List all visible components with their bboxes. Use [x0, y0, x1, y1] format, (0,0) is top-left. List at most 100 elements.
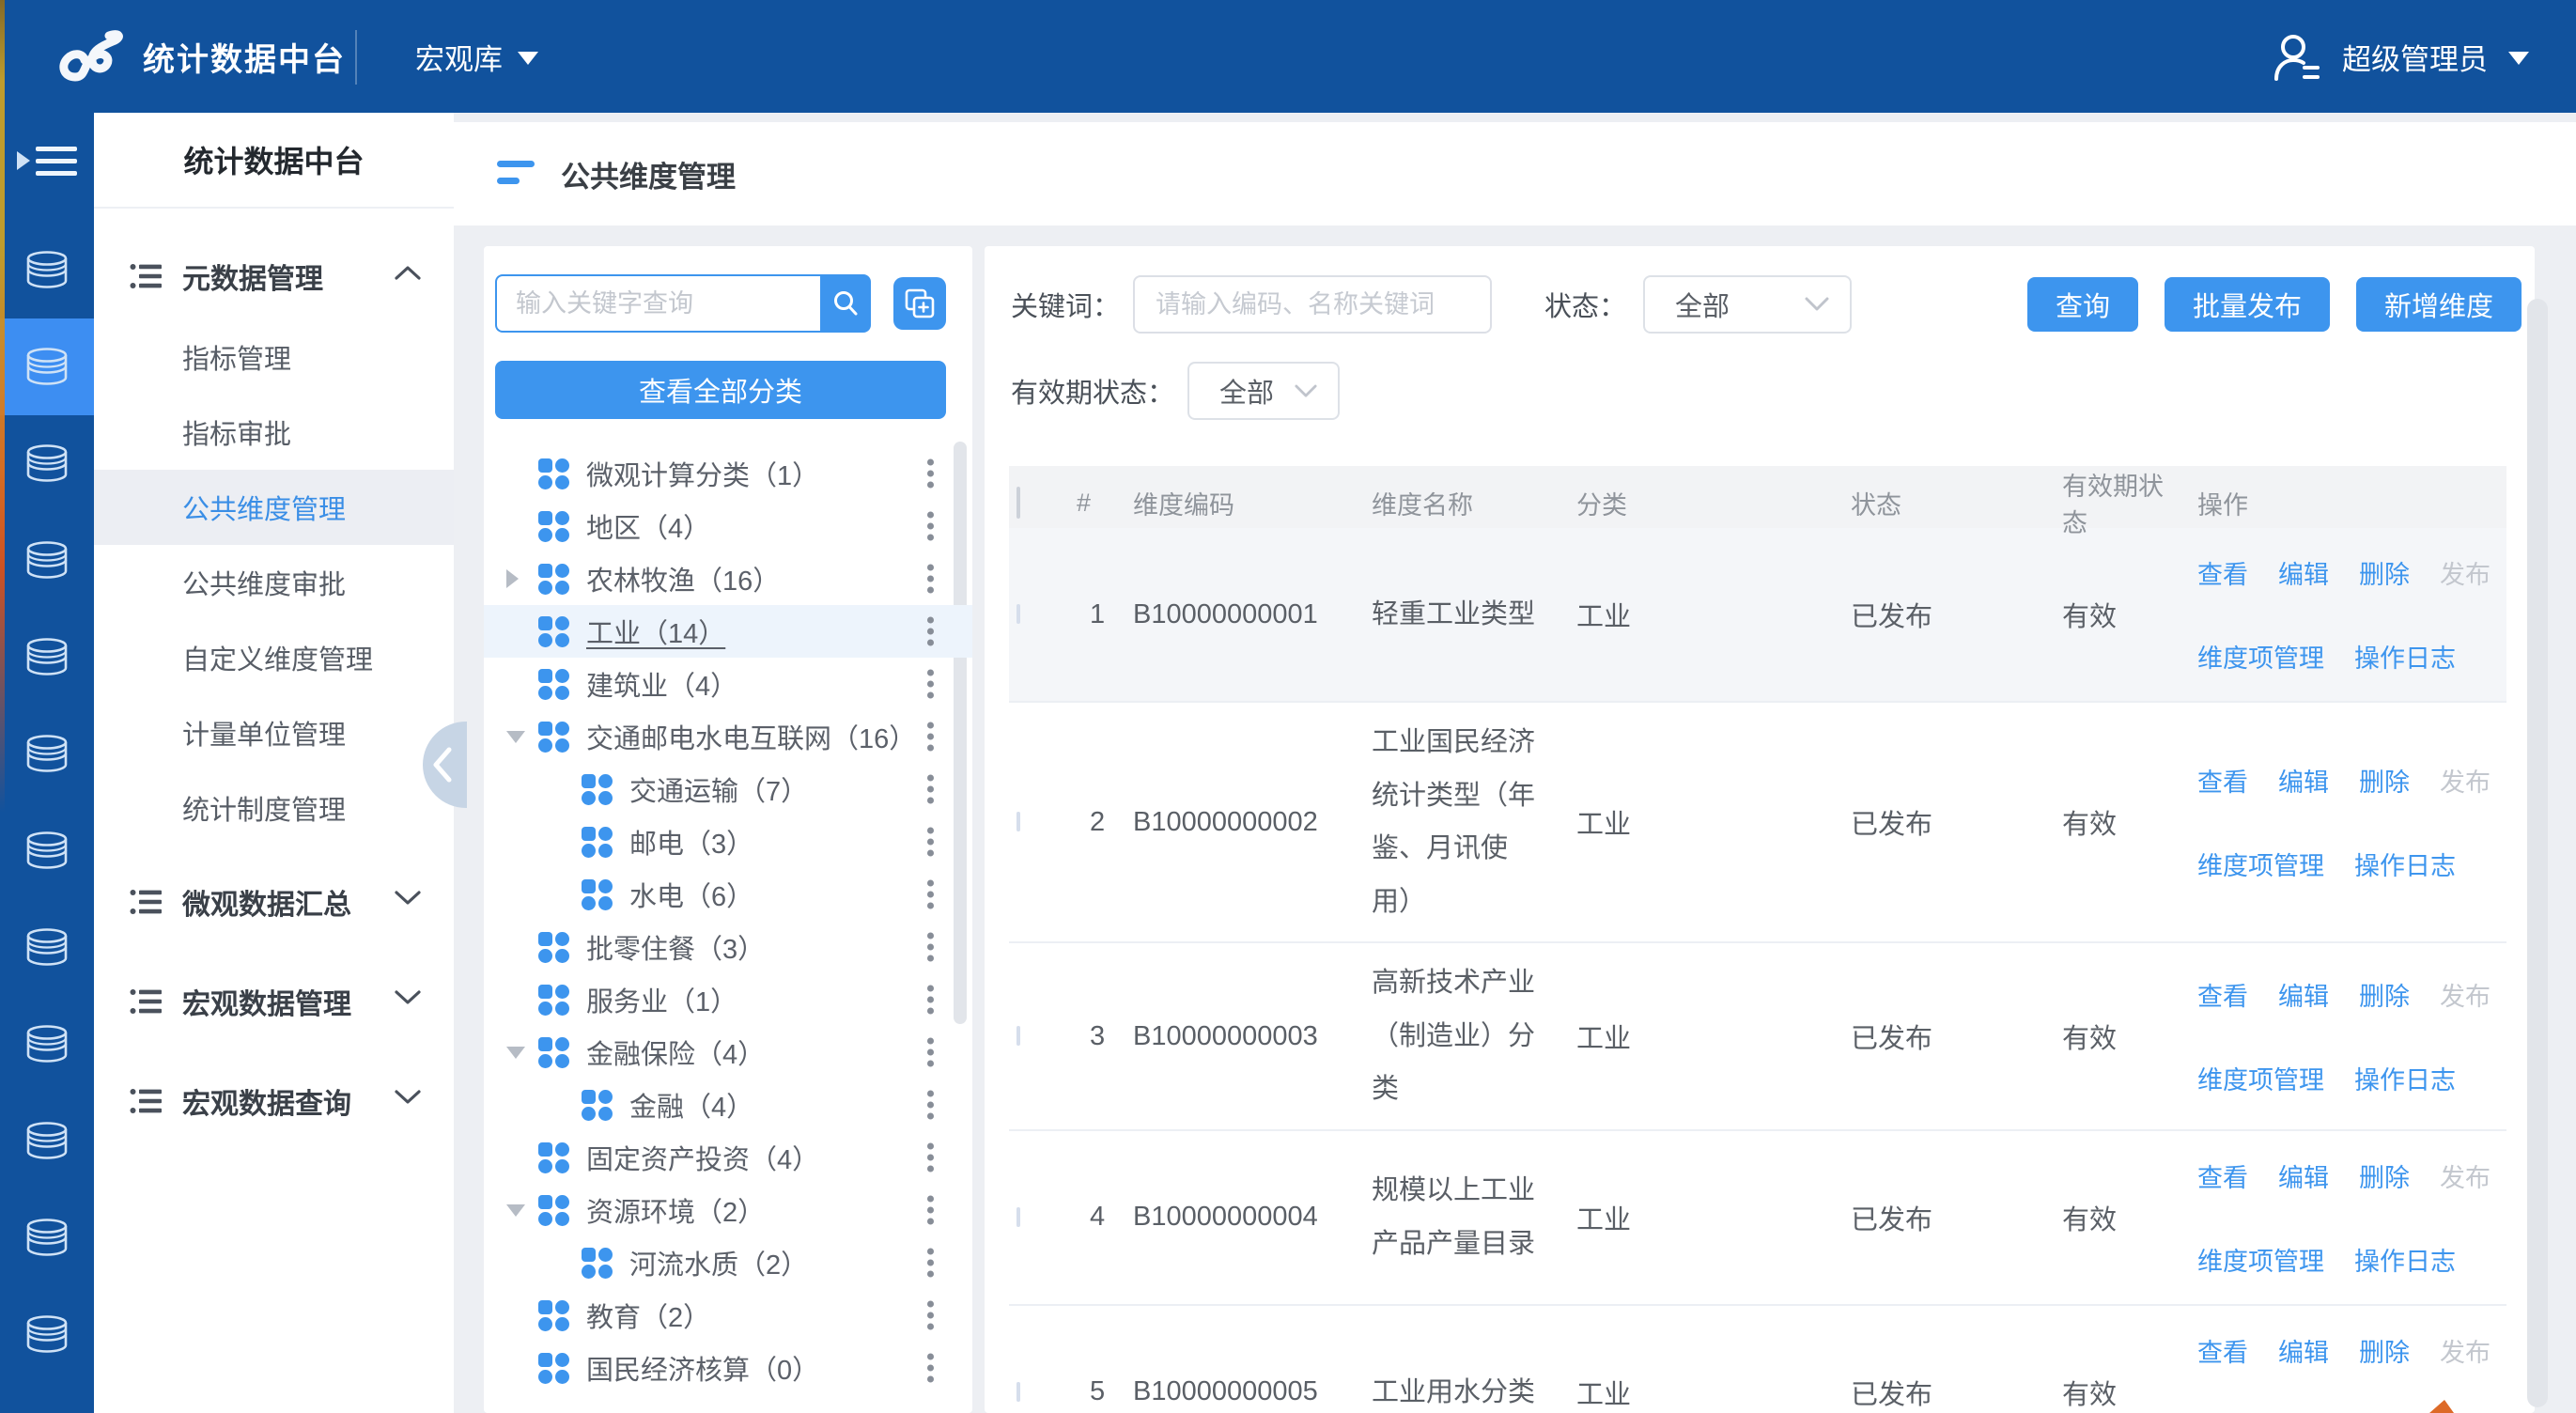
- rail-item-database[interactable]: [0, 1189, 94, 1286]
- library-switcher[interactable]: 宏观库: [415, 0, 538, 113]
- tree-item[interactable]: 资源环境（2）: [484, 1184, 972, 1236]
- row-action-link[interactable]: 操作日志: [2354, 1241, 2456, 1278]
- more-actions-icon[interactable]: [927, 617, 935, 646]
- tree-item[interactable]: 批零住餐（3）: [484, 921, 972, 973]
- row-checkbox[interactable]: [1016, 1026, 1020, 1046]
- row-action-link[interactable]: 删除: [2359, 554, 2410, 591]
- row-action-link[interactable]: 维度项管理: [2197, 1241, 2324, 1278]
- tree-item[interactable]: 金融（4）: [484, 1079, 972, 1131]
- rail-item-database[interactable]: [0, 512, 94, 609]
- tree-item[interactable]: 建筑业（4）: [484, 658, 972, 710]
- query-button[interactable]: 查询: [2027, 277, 2138, 332]
- row-action-link[interactable]: 查看: [2197, 1157, 2248, 1194]
- rail-item-database[interactable]: [0, 318, 94, 415]
- tree-item[interactable]: 交通邮电水电互联网（16）: [484, 710, 972, 763]
- tree-item[interactable]: 农林牧渔（16）: [484, 552, 972, 605]
- rail-item-database[interactable]: [0, 1286, 94, 1383]
- tree-expander[interactable]: [506, 1043, 525, 1062]
- table-row[interactable]: 2 B10000000002 工业国民经济统计类型（年鉴、月讯使用） 工业 已发…: [1009, 703, 2506, 943]
- sidebar-menu-item[interactable]: 指标审批: [94, 395, 454, 470]
- page-scrollbar[interactable]: [2527, 299, 2548, 1407]
- select-all-checkbox[interactable]: [1016, 487, 1020, 519]
- more-actions-icon[interactable]: [927, 459, 935, 489]
- row-action-link[interactable]: 查看: [2197, 1332, 2248, 1369]
- row-action-link[interactable]: 编辑: [2278, 976, 2329, 1013]
- status-select[interactable]: 全部: [1643, 275, 1852, 334]
- more-actions-icon[interactable]: [927, 1091, 935, 1120]
- view-all-categories-button[interactable]: 查看全部分类: [495, 361, 946, 419]
- keyword-input[interactable]: [1133, 275, 1492, 334]
- tree-expander[interactable]: [506, 1306, 525, 1325]
- more-actions-icon[interactable]: [927, 1196, 935, 1225]
- row-action-link[interactable]: 维度项管理: [2197, 846, 2324, 882]
- tree-expander[interactable]: [506, 727, 525, 746]
- sidebar-group-header[interactable]: 宏观数据管理: [94, 958, 454, 1045]
- row-action-link[interactable]: 维度项管理: [2197, 1060, 2324, 1096]
- row-checkbox[interactable]: [1016, 1207, 1020, 1227]
- tree-item[interactable]: 交通运输（7）: [484, 763, 972, 815]
- more-actions-icon[interactable]: [927, 1143, 935, 1172]
- add-dimension-button[interactable]: 新增维度: [2356, 277, 2522, 332]
- more-actions-icon[interactable]: [927, 670, 935, 699]
- row-action-link[interactable]: 操作日志: [2354, 1060, 2456, 1096]
- row-action-link[interactable]: 删除: [2359, 762, 2410, 799]
- more-actions-icon[interactable]: [927, 880, 935, 909]
- more-actions-icon[interactable]: [927, 1038, 935, 1067]
- rail-item-database[interactable]: [0, 899, 94, 996]
- tree-expander[interactable]: [506, 1201, 525, 1219]
- rail-item-database[interactable]: [0, 415, 94, 512]
- row-checkbox[interactable]: [1016, 812, 1020, 831]
- tree-item[interactable]: 金融保险（4）: [484, 1026, 972, 1079]
- batch-publish-button[interactable]: 批量发布: [2165, 277, 2330, 332]
- user-menu[interactable]: 超级管理员: [2269, 0, 2529, 113]
- tree-expander[interactable]: [506, 1253, 525, 1272]
- row-action-link[interactable]: 编辑: [2278, 554, 2329, 591]
- tree-item[interactable]: 教育（2）: [484, 1289, 972, 1342]
- sidebar-menu-item[interactable]: 公共维度管理: [94, 470, 454, 545]
- row-action-link[interactable]: 删除: [2359, 976, 2410, 1013]
- table-row[interactable]: 1 B10000000001 轻重工业类型 工业 已发布 有效 查看编辑删除发布…: [1009, 528, 2506, 703]
- more-actions-icon[interactable]: [927, 775, 935, 804]
- more-actions-icon[interactable]: [927, 986, 935, 1015]
- table-row[interactable]: 4 B10000000004 规模以上工业产品产量目录 工业 已发布 有效 查看…: [1009, 1131, 2506, 1306]
- tree-expander[interactable]: [506, 885, 525, 904]
- sidebar-group-header[interactable]: 微观数据汇总: [94, 859, 454, 945]
- sidebar-group-header[interactable]: 元数据管理: [94, 233, 454, 319]
- sidebar-menu-item[interactable]: 统计制度管理: [94, 770, 454, 846]
- sidebar-menu-item[interactable]: 公共维度审批: [94, 545, 454, 620]
- tree-expander[interactable]: [506, 675, 525, 693]
- tree-expander[interactable]: [506, 938, 525, 956]
- row-action-link[interactable]: 查看: [2197, 976, 2248, 1013]
- tree-search-button[interactable]: [820, 274, 871, 333]
- sidebar-menu-item[interactable]: 自定义维度管理: [94, 620, 454, 695]
- tree-expander[interactable]: [506, 464, 525, 483]
- tree-expander[interactable]: [506, 832, 525, 851]
- tree-expander[interactable]: [506, 622, 525, 641]
- row-action-link[interactable]: 删除: [2359, 1157, 2410, 1194]
- tree-item[interactable]: 服务业（1）: [484, 973, 972, 1026]
- more-actions-icon[interactable]: [927, 512, 935, 541]
- tree-item[interactable]: 国民经济核算（0）: [484, 1342, 972, 1394]
- tree-item[interactable]: 微观计算分类（1）: [484, 447, 972, 500]
- more-actions-icon[interactable]: [927, 828, 935, 857]
- sidebar-menu-item[interactable]: 指标管理: [94, 319, 454, 395]
- tree-expander[interactable]: [506, 1095, 525, 1114]
- more-actions-icon[interactable]: [927, 1301, 935, 1330]
- row-action-link[interactable]: 操作日志: [2354, 638, 2456, 675]
- tree-item[interactable]: 水电（6）: [484, 868, 972, 921]
- row-action-link[interactable]: 操作日志: [2354, 846, 2456, 882]
- more-actions-icon[interactable]: [927, 565, 935, 594]
- tree-expander[interactable]: [506, 569, 525, 588]
- tree-expander[interactable]: [506, 1359, 525, 1377]
- more-actions-icon[interactable]: [927, 933, 935, 962]
- more-actions-icon[interactable]: [927, 722, 935, 752]
- sidebar-menu-item[interactable]: 计量单位管理: [94, 695, 454, 770]
- rail-item-database[interactable]: [0, 996, 94, 1093]
- rail-item-database[interactable]: [0, 802, 94, 899]
- tree-item[interactable]: 固定资产投资（4）: [484, 1131, 972, 1184]
- tree-item[interactable]: 地区（4）: [484, 500, 972, 552]
- row-checkbox[interactable]: [1016, 1382, 1020, 1402]
- rail-item-database[interactable]: [0, 222, 94, 318]
- rail-item-database[interactable]: [0, 609, 94, 706]
- row-action-link[interactable]: 编辑: [2278, 1157, 2329, 1194]
